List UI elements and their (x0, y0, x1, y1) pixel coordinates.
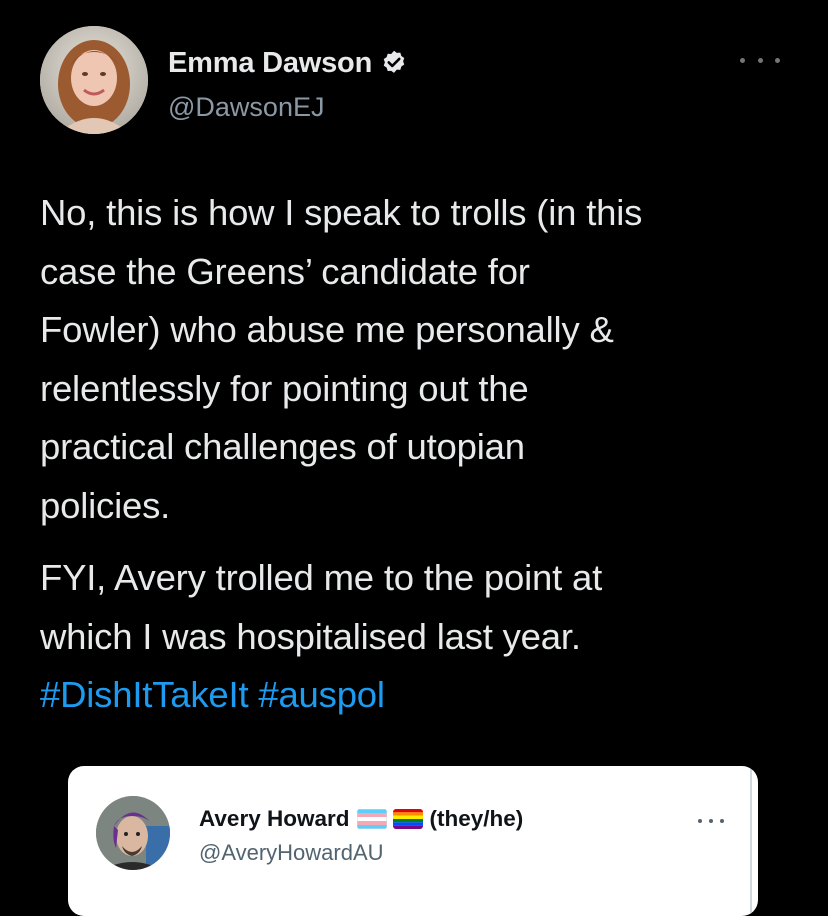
tweet-header: Emma Dawson @DawsonEJ (40, 26, 790, 136)
more-horizontal-icon[interactable] (740, 50, 780, 70)
divider (750, 766, 752, 916)
verified-badge-icon (380, 49, 408, 77)
quoted-author-handle[interactable]: @AveryHowardAU (199, 840, 384, 866)
hashtag-link[interactable]: #auspol (258, 674, 385, 715)
hashtag-link[interactable]: #DishItTakeIt (40, 674, 249, 715)
author-handle[interactable]: @DawsonEJ (168, 92, 324, 123)
more-horizontal-icon[interactable] (698, 816, 724, 826)
quoted-author-name[interactable]: Avery Howard (199, 806, 349, 832)
tweet-text: No, this is how I speak to trolls (in th… (40, 184, 800, 725)
tweet-paragraph: No, this is how I speak to trolls (in th… (40, 192, 643, 526)
rainbow-flag-icon (393, 809, 424, 829)
author-name[interactable]: Emma Dawson (168, 47, 372, 80)
quoted-author-avatar[interactable] (96, 796, 170, 870)
author-name-row: Emma Dawson (168, 46, 408, 80)
quoted-author-name-row: Avery Howard (they/he) (199, 804, 523, 834)
quoted-author-pronouns: (they/he) (429, 806, 524, 831)
transgender-flag-icon (357, 809, 388, 829)
quoted-tweet-card[interactable]: Avery Howard (they/he) @AveryHowardAU (68, 766, 758, 916)
author-avatar[interactable] (40, 26, 148, 134)
tweet-paragraph: FYI, Avery trolled me to the point at wh… (40, 549, 800, 725)
tweet-paragraph-text: FYI, Avery trolled me to the point at wh… (40, 557, 603, 657)
